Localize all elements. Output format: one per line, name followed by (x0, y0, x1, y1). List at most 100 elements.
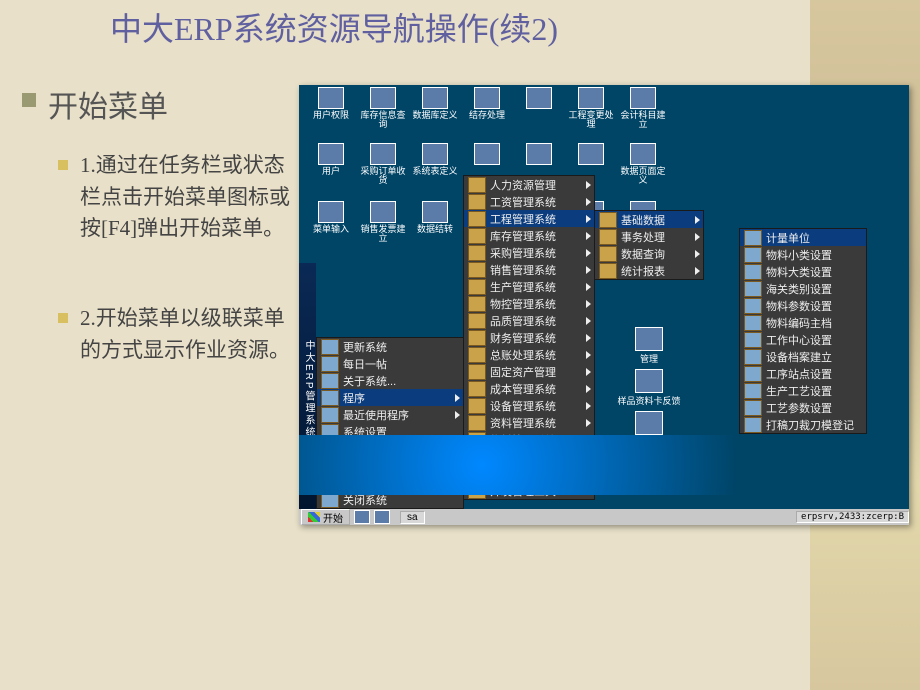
tool-icon (744, 230, 762, 246)
folder-icon (468, 262, 486, 278)
menu-item[interactable]: 销售管理系统 (464, 261, 594, 278)
quicklaunch-icon[interactable] (354, 510, 370, 524)
desktop-icon[interactable]: 会计科目建立 (618, 87, 668, 130)
menu-item[interactable]: 工作中心设置 (740, 331, 866, 348)
tool-icon (744, 332, 762, 348)
menu-item[interactable]: 报关管理系统 (464, 448, 594, 465)
menu-item[interactable]: 资料管理系统 (464, 414, 594, 431)
quicklaunch-icon[interactable] (374, 510, 390, 524)
menu-item-label: 物料参数设置 (766, 298, 832, 314)
menu-item-label: 最近使用程序 (343, 407, 409, 423)
tool-icon (744, 417, 762, 433)
menu-item[interactable]: 设备档案建立 (740, 348, 866, 365)
desktop-icon[interactable]: 数据库定义 (410, 87, 460, 130)
menu-item-label: 总账处理系统 (490, 347, 556, 363)
menu-item[interactable]: 我的收藏夹 (317, 440, 463, 457)
menu-item-label: 物料管理系统 (490, 432, 556, 448)
desktop-icon[interactable]: 数据结转 (410, 201, 460, 244)
menu-item[interactable]: 物料管理系统 (464, 431, 594, 448)
menu-item[interactable]: 采购管理系统 (464, 244, 594, 261)
tool-icon (321, 390, 339, 406)
menu-item-label: 工作中心设置 (766, 332, 832, 348)
menu-item[interactable]: 系统设置 (317, 423, 463, 440)
tool-icon (744, 247, 762, 263)
menu-item[interactable]: 财务管理系统 (464, 329, 594, 346)
menu-item[interactable]: 系统管理 (464, 465, 594, 482)
slide-bullet-2: 2.开始菜单以级联菜单的方式显示作业资源。 (80, 303, 290, 366)
menu-item[interactable]: 物料编码主档 (740, 314, 866, 331)
desktop-icon[interactable]: 资源管理器 (604, 411, 694, 449)
menu-item[interactable]: 物控管理系统 (464, 295, 594, 312)
menu-item-label: 采购管理系统 (490, 245, 556, 261)
desktop-icon[interactable] (514, 87, 564, 130)
menu-item[interactable]: 总账处理系统 (464, 346, 594, 363)
menu-item[interactable]: 开发管理工具 (464, 482, 594, 499)
menu-item[interactable]: 工艺参数设置 (740, 399, 866, 416)
menu-item-label: 计量单位 (766, 230, 810, 246)
menu-item[interactable]: 计量单位 (740, 229, 866, 246)
tool-icon (321, 407, 339, 423)
programs-submenu[interactable]: 人力资源管理工资管理系统工程管理系统库存管理系统采购管理系统销售管理系统生产管理… (463, 175, 595, 500)
menu-item[interactable]: 生产工艺设置 (740, 382, 866, 399)
menu-item[interactable]: 关闭系统 (317, 491, 463, 508)
menu-item[interactable]: 固定资产管理 (464, 363, 594, 380)
menu-item[interactable]: 品质管理系统 (464, 312, 594, 329)
menu-item[interactable]: 物料参数设置 (740, 297, 866, 314)
menu-item[interactable]: 设备管理系统 (464, 397, 594, 414)
menu-item[interactable]: 物料小类设置 (740, 246, 866, 263)
menu-item[interactable]: 物料大类设置 (740, 263, 866, 280)
menu-item[interactable]: 最近使用程序 (317, 406, 463, 423)
desktop-icon[interactable]: 系统表定义 (410, 143, 460, 186)
start-menu[interactable]: 更新系统每日一帖关于系统...程序最近使用程序系统设置我的收藏夹帮助命令行关闭系… (316, 337, 464, 509)
desktop-icon[interactable]: 数据页面定义 (618, 143, 668, 186)
menu-item[interactable]: 海关类别设置 (740, 280, 866, 297)
menu-item[interactable]: 程序 (317, 389, 463, 406)
menu-item[interactable]: 人力资源管理 (464, 176, 594, 193)
engineering-submenu[interactable]: 基础数据事务处理数据查询统计报表 (594, 210, 704, 280)
folder-icon (468, 381, 486, 397)
menu-item[interactable]: 工序站点设置 (740, 365, 866, 382)
folder-icon (468, 313, 486, 329)
desktop-icon[interactable]: 采购订单收货 (358, 143, 408, 186)
menu-item[interactable]: 基础数据 (595, 211, 703, 228)
start-button[interactable]: 开始 (301, 509, 350, 525)
desktop-icon[interactable]: 管理 (604, 327, 694, 365)
menu-item[interactable]: 统计报表 (595, 262, 703, 279)
desktop-icon[interactable]: 用户 (306, 143, 356, 186)
menu-item[interactable]: 生产管理系统 (464, 278, 594, 295)
basic-data-submenu[interactable]: 计量单位物料小类设置物料大类设置海关类别设置物料参数设置物料编码主档工作中心设置… (739, 228, 867, 434)
menu-item[interactable]: 帮助 (317, 457, 463, 474)
desktop-icon[interactable]: 销售发票建立 (358, 201, 408, 244)
menu-item[interactable]: 成本管理系统 (464, 380, 594, 397)
folder-icon (468, 330, 486, 346)
desktop-icon[interactable]: 菜单输入 (306, 201, 356, 244)
menu-item[interactable]: 关于系统... (317, 372, 463, 389)
menu-item-label: 海关类别设置 (766, 281, 832, 297)
tool-icon (321, 492, 339, 508)
menu-item[interactable]: 打稿刀裁刀模登记 (740, 416, 866, 433)
folder-icon (468, 347, 486, 363)
menu-item-label: 设备档案建立 (766, 349, 832, 365)
tool-icon (744, 298, 762, 314)
menu-item-label: 物料大类设置 (766, 264, 832, 280)
menu-item[interactable]: 数据查询 (595, 245, 703, 262)
menu-item[interactable]: 命令行 (317, 474, 463, 491)
desktop-icon[interactable]: 库存信息查询 (358, 87, 408, 130)
menu-item-label: 命令行 (343, 475, 376, 491)
tool-icon (321, 356, 339, 372)
desktop-icon[interactable]: 样品资料卡反馈 (604, 369, 694, 407)
menu-item-label: 我的收藏夹 (343, 441, 398, 457)
menu-item-label: 帮助 (343, 458, 365, 474)
menu-item[interactable]: 工资管理系统 (464, 193, 594, 210)
menu-item[interactable]: 每日一帖 (317, 355, 463, 372)
tool-icon (744, 366, 762, 382)
menu-item[interactable]: 事务处理 (595, 228, 703, 245)
menu-item-label: 物料小类设置 (766, 247, 832, 263)
desktop-icon[interactable]: 用户权限 (306, 87, 356, 130)
desktop-icon[interactable]: 工程变更处理 (566, 87, 616, 130)
desktop-icon[interactable]: 结存处理 (462, 87, 512, 130)
folder-icon (599, 212, 617, 228)
menu-item[interactable]: 工程管理系统 (464, 210, 594, 227)
menu-item[interactable]: 库存管理系统 (464, 227, 594, 244)
menu-item[interactable]: 更新系统 (317, 338, 463, 355)
